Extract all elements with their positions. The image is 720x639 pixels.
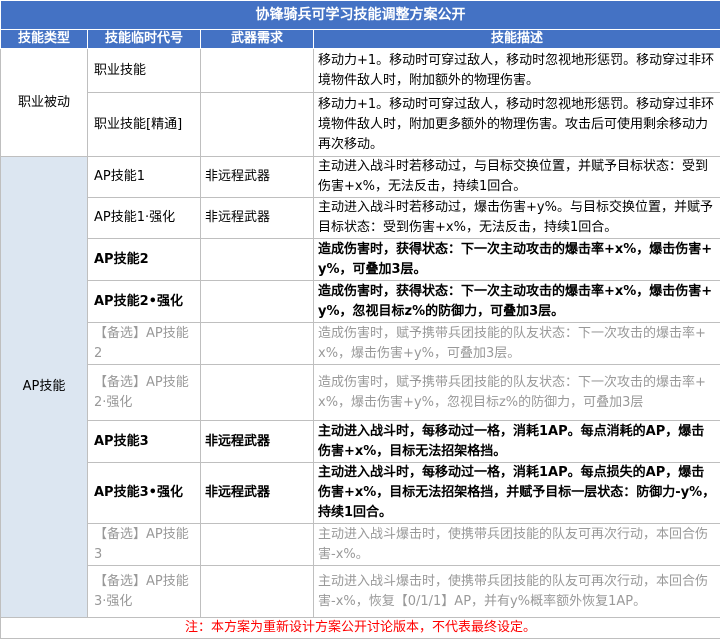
skill-description: 造成伤害时，赋予携带兵团技能的队友状态：下一次攻击的爆击率+x%，爆击伤害+y%… <box>314 365 720 421</box>
weapon-requirement <box>201 281 314 323</box>
skill-name: 职业技能[精通] <box>88 93 201 157</box>
table-row: 职业技能[精通] 移动力+1。移动时可穿过敌人，移动时忽视地形惩罚。移动穿过非环… <box>1 93 720 157</box>
skill-description: 主动进入战斗爆击时，使携带兵团技能的队友可再次行动，本回合伤害-x%，恢复【0/… <box>314 566 720 618</box>
weapon-requirement <box>201 239 314 281</box>
weapon-requirement <box>201 49 314 93</box>
skill-name: 【备选】AP技能3 <box>88 524 201 566</box>
table-row: AP技能3•强化 非远程武器 主动进入战斗时，每移动过一格，消耗1AP。每点损失… <box>1 463 720 524</box>
table-row: AP技能2 造成伤害时，获得状态：下一次主动攻击的爆击率+x%，爆击伤害+y%，… <box>1 239 720 281</box>
weapon-requirement: 非远程武器 <box>201 463 314 524</box>
group-ap: AP技能 <box>1 157 88 618</box>
weapon-requirement <box>201 365 314 421</box>
weapon-requirement: 非远程武器 <box>201 157 314 198</box>
group-passive: 职业被动 <box>1 49 88 157</box>
header-weapon: 武器需求 <box>201 30 314 49</box>
table-row: AP技能3 非远程武器 主动进入战斗时，每移动过一格，消耗1AP。每点消耗的AP… <box>1 421 720 463</box>
header-description: 技能描述 <box>314 30 720 49</box>
footer-row: 注：本方案为重新设计方案公开讨论版本，不代表最终设定。 <box>1 618 720 639</box>
skill-name: AP技能2•强化 <box>88 281 201 323</box>
table-title: 协锋骑兵可学习技能调整方案公开 <box>1 1 720 30</box>
skill-description: 移动力+1。移动时可穿过敌人，移动时忽视地形惩罚。移动穿过非环境物件敌人时，附加… <box>314 49 720 93</box>
table-row: 职业被动 职业技能 移动力+1。移动时可穿过敌人，移动时忽视地形惩罚。移动穿过非… <box>1 49 720 93</box>
skill-name: 职业技能 <box>88 49 201 93</box>
weapon-requirement <box>201 524 314 566</box>
footer-note: 注：本方案为重新设计方案公开讨论版本，不代表最终设定。 <box>1 618 720 639</box>
skill-name: AP技能3•强化 <box>88 463 201 524</box>
skill-description: 造成伤害时，获得状态：下一次主动攻击的爆击率+x%，爆击伤害+y%，可叠加3层。 <box>314 239 720 281</box>
spreadsheet: 协锋骑兵可学习技能调整方案公开 技能类型 技能临时代号 武器需求 技能描述 职业… <box>0 0 720 635</box>
table-row: 【备选】AP技能2·强化 造成伤害时，赋予携带兵团技能的队友状态：下一次攻击的爆… <box>1 365 720 421</box>
header-skill-code: 技能临时代号 <box>88 30 201 49</box>
table-row: AP技能2•强化 造成伤害时，获得状态：下一次主动攻击的爆击率+x%，爆击伤害+… <box>1 281 720 323</box>
skill-description: 主动进入战斗时若移动过，与目标交换位置，并赋予目标状态：受到伤害+x%，无法反击… <box>314 157 720 198</box>
weapon-requirement: 非远程武器 <box>201 198 314 239</box>
table-row: 【备选】AP技能3·强化 主动进入战斗爆击时，使携带兵团技能的队友可再次行动，本… <box>1 566 720 618</box>
skill-name: AP技能3 <box>88 421 201 463</box>
skill-description: 主动进入战斗时若移动过，爆击伤害+y%。与目标交换位置，并赋予目标状态：受到伤害… <box>314 198 720 239</box>
skill-description: 主动进入战斗时，每移动过一格，消耗1AP。每点消耗的AP，爆击伤害+x%，目标无… <box>314 421 720 463</box>
skill-description: 造成伤害时，获得状态：下一次主动攻击的爆击率+x%，爆击伤害+y%，忽视目标z%… <box>314 281 720 323</box>
skill-description: 主动进入战斗爆击时，使携带兵团技能的队友可再次行动，本回合伤害-x%。 <box>314 524 720 566</box>
skill-name: 【备选】AP技能3·强化 <box>88 566 201 618</box>
weapon-requirement <box>201 566 314 618</box>
skill-description: 主动进入战斗时，每移动过一格，消耗1AP。每点损失的AP，爆击伤害+x%，目标无… <box>314 463 720 524</box>
skill-description: 造成伤害时，赋予携带兵团技能的队友状态：下一次攻击的爆击率+x%，爆击伤害+y%… <box>314 323 720 365</box>
weapon-requirement <box>201 323 314 365</box>
skill-description: 移动力+1。移动时可穿过敌人，移动时忽视地形惩罚。移动穿过非环境物件敌人时，附加… <box>314 93 720 157</box>
table-row: 【备选】AP技能2 造成伤害时，赋予携带兵团技能的队友状态：下一次攻击的爆击率+… <box>1 323 720 365</box>
header-skill-type: 技能类型 <box>1 30 88 49</box>
weapon-requirement: 非远程武器 <box>201 421 314 463</box>
skill-name: AP技能1·强化 <box>88 198 201 239</box>
skill-table: 协锋骑兵可学习技能调整方案公开 技能类型 技能临时代号 武器需求 技能描述 职业… <box>0 0 720 639</box>
skill-name: AP技能1 <box>88 157 201 198</box>
weapon-requirement <box>201 93 314 157</box>
table-row: AP技能1·强化 非远程武器 主动进入战斗时若移动过，爆击伤害+y%。与目标交换… <box>1 198 720 239</box>
skill-name: AP技能2 <box>88 239 201 281</box>
table-row: AP技能 AP技能1 非远程武器 主动进入战斗时若移动过，与目标交换位置，并赋予… <box>1 157 720 198</box>
table-row: 【备选】AP技能3 主动进入战斗爆击时，使携带兵团技能的队友可再次行动，本回合伤… <box>1 524 720 566</box>
skill-name: 【备选】AP技能2 <box>88 323 201 365</box>
skill-name: 【备选】AP技能2·强化 <box>88 365 201 421</box>
